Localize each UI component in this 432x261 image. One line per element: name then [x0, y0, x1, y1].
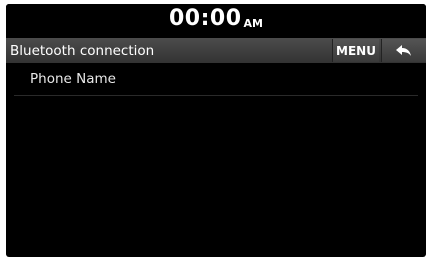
back-arrow-icon — [396, 44, 411, 56]
title-bar: Bluetooth connection MENU — [6, 38, 426, 63]
back-button[interactable] — [381, 39, 426, 62]
status-bar: 00:00 AM — [6, 4, 426, 34]
clock-time: 00:00 — [169, 6, 242, 31]
clock-ampm: AM — [243, 16, 263, 30]
menu-button[interactable]: MENU — [332, 39, 379, 62]
list-item-phone[interactable]: Phone Name — [14, 63, 418, 96]
device-list: Phone Name — [6, 63, 426, 96]
page-title: Bluetooth connection — [10, 42, 155, 59]
head-unit-screen: 00:00 AM Bluetooth connection MENU Phone… — [6, 4, 426, 257]
list-item-label: Phone Name — [30, 71, 116, 87]
